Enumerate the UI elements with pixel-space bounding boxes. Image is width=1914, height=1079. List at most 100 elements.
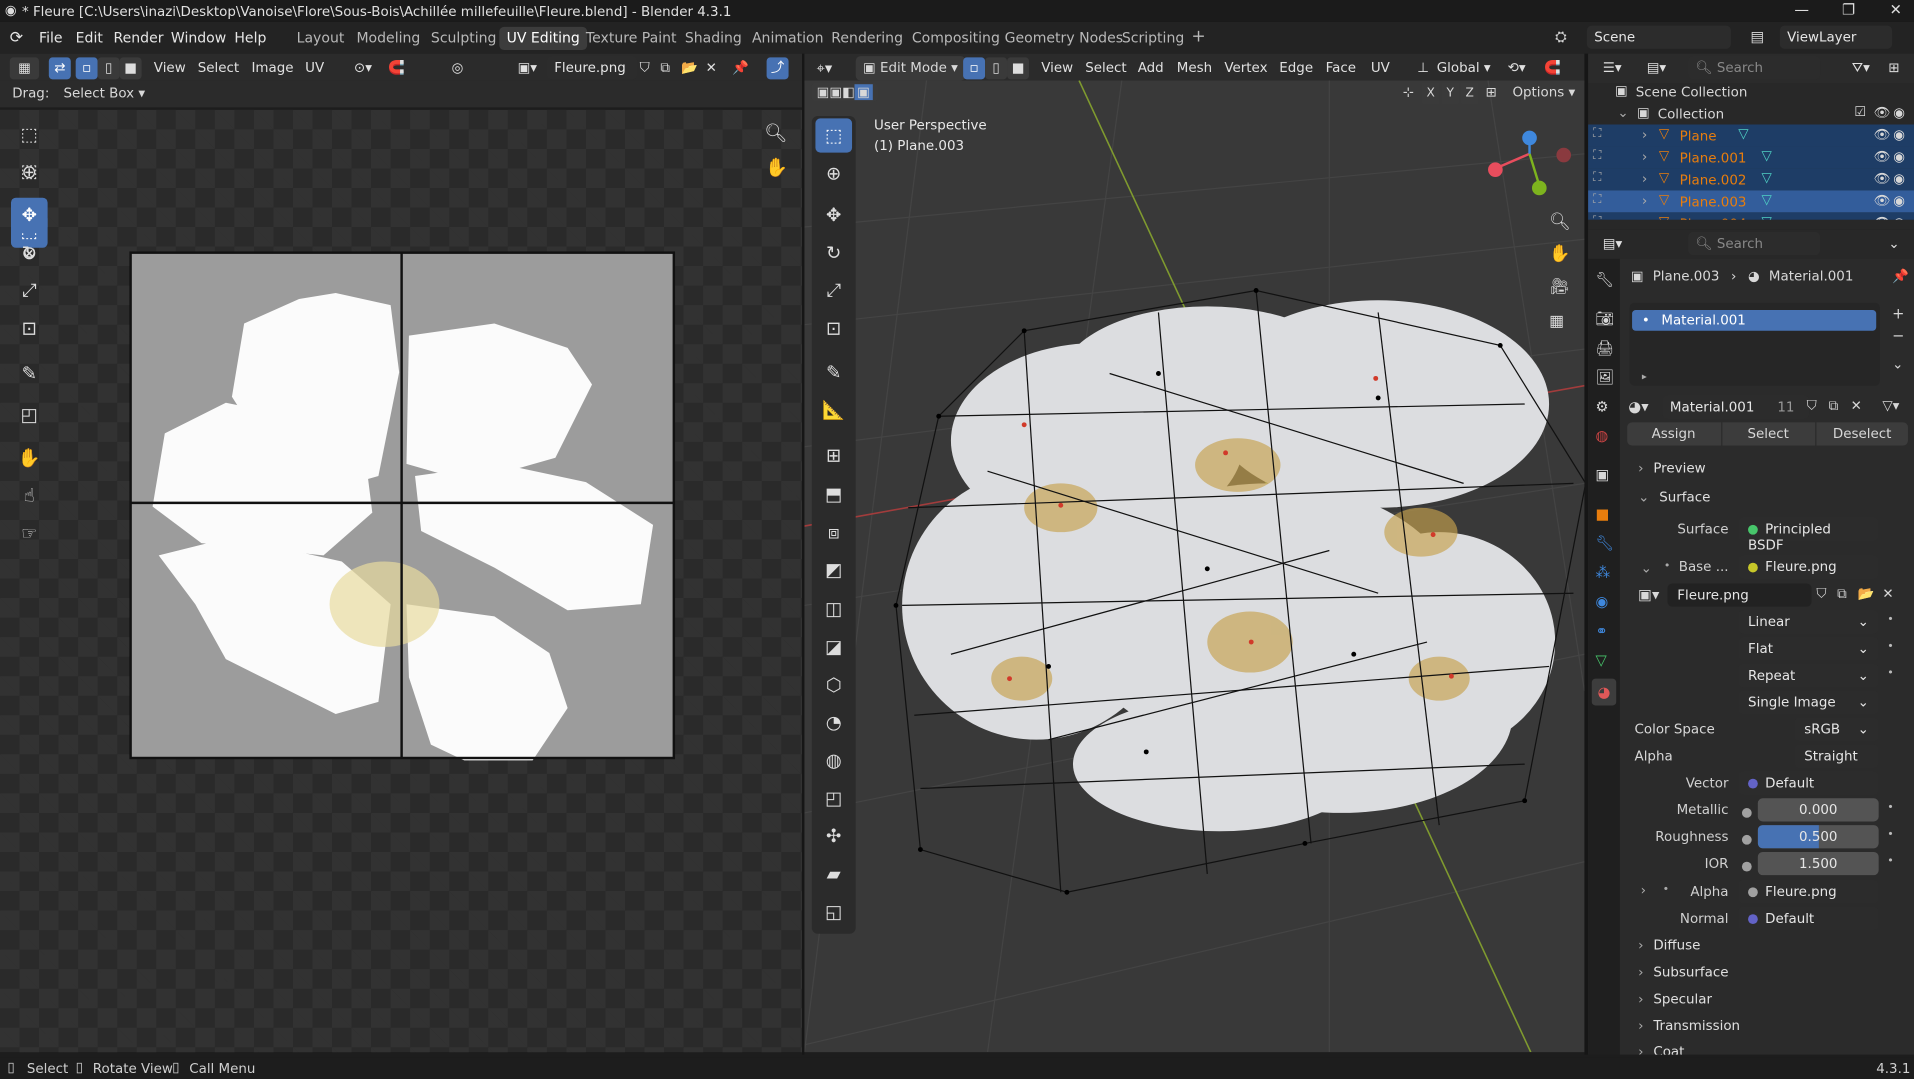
render-camera-icon[interactable]: ◉ <box>1893 193 1905 209</box>
face-select-icon[interactable]: ■ <box>119 57 142 80</box>
vector-field[interactable]: Default <box>1738 771 1879 795</box>
source-dropdown[interactable]: Single Image ⌄ <box>1738 690 1879 715</box>
render-camera-icon[interactable]: ◉ <box>1893 215 1905 220</box>
extension-dropdown[interactable]: Repeat ⌄ <box>1738 664 1879 688</box>
fake-user-icon[interactable]: ⛉ <box>640 60 650 77</box>
uv-overlay-icon[interactable]: ⤴ <box>766 57 789 80</box>
uv-rip-icon[interactable]: ◰ <box>11 398 48 432</box>
orientation-dropdown[interactable]: Global ▾ <box>1437 60 1491 76</box>
slots-expand-icon[interactable]: ▸ <box>1642 371 1647 382</box>
roughness-field[interactable]: 0.500 <box>1757 825 1879 849</box>
material-unlink-icon[interactable]: ✕ <box>1851 398 1862 414</box>
pin-icon[interactable]: 📌 <box>732 60 749 76</box>
expand-chevron-icon[interactable]: › <box>1642 127 1647 143</box>
outliner-item-plane[interactable]: ⛶ › ▽ Plane ▽ 👁︎ ◉ <box>1588 124 1914 147</box>
uv-pinch-icon[interactable]: ☞ <box>11 516 48 550</box>
image-browse-icon[interactable]: ▣▾ <box>518 60 537 76</box>
mesh-data-badge-icon[interactable]: ▽ <box>1761 192 1771 208</box>
vertex-mode-icon[interactable]: ▫ <box>963 57 986 80</box>
viewport-menu-face[interactable]: Face <box>1326 60 1356 76</box>
3d-viewport[interactable]: ▣▣◧ ▣ ⊹ X Y Z ⊞ Options ▾ User Perspectiv… <box>804 80 1585 1053</box>
image-name-prop-field[interactable]: Fleure.png <box>1667 583 1812 607</box>
uv-scale-icon[interactable]: ⤢ <box>11 273 48 307</box>
collection-tab-icon[interactable]: ▣ <box>1595 466 1609 483</box>
outliner-editor-icon[interactable]: ☰▾ <box>1603 60 1622 76</box>
outliner-search[interactable]: 🔍︎ Search <box>1688 56 1821 80</box>
snapping-icon[interactable]: 🧲 <box>1544 60 1561 76</box>
modifier-tab-icon[interactable]: 🔧︎ <box>1595 535 1614 552</box>
deselect-button[interactable]: Deselect <box>1815 422 1908 446</box>
pivot-point-icon[interactable]: ⟲▾ <box>1508 60 1526 76</box>
slot-specials-icon[interactable]: ⌄ <box>1892 356 1903 372</box>
render-camera-icon[interactable]: ◉ <box>1893 127 1905 143</box>
normal-field[interactable]: Default <box>1738 906 1879 931</box>
material-slot-row[interactable]: • Material.001 <box>1632 310 1877 331</box>
vp-shrink-icon[interactable]: ✣ <box>815 819 852 853</box>
mesh-data-badge-icon[interactable]: ▽ <box>1761 170 1771 186</box>
image-fake-user-icon[interactable]: ⛉ <box>1816 586 1826 603</box>
properties-search[interactable]: 🔍︎ Search <box>1688 231 1821 256</box>
ortho-toggle-icon[interactable]: ▦ <box>1549 312 1564 330</box>
expand-chevron-icon[interactable]: › <box>1642 171 1647 187</box>
collection-expand-icon[interactable]: ⌄ <box>1617 105 1628 121</box>
uv-transform-icon[interactable]: ⊡ <box>11 311 48 345</box>
material-browse-icon[interactable]: ◕▾ <box>1628 398 1648 415</box>
base-color-keyframe-icon[interactable]: • <box>1664 560 1670 572</box>
add-workspace-icon[interactable]: + <box>1184 24 1213 47</box>
uv-menu-select[interactable]: Select <box>198 60 239 76</box>
color-space-dropdown[interactable]: sRGB ⌄ <box>1794 717 1879 741</box>
viewport-zoom-icon[interactable]: 🔍︎ <box>1549 212 1571 232</box>
particles-tab-icon[interactable]: ⁂ <box>1595 564 1610 581</box>
uv-annotate-icon[interactable]: ✎ <box>11 356 48 390</box>
vp-scale-tool-icon[interactable]: ⤢ <box>815 273 852 307</box>
new-collection-icon[interactable]: ⊞ <box>1888 60 1899 76</box>
ior-keyframe-icon[interactable]: • <box>1887 856 1893 868</box>
pin-properties-icon[interactable]: 📌 <box>1892 269 1909 285</box>
metallic-keyframe-icon[interactable]: • <box>1887 802 1893 814</box>
outliner-scene-collection[interactable]: ▣ Scene Collection <box>1588 81 1914 103</box>
face-mode-icon[interactable]: ■ <box>1007 57 1030 80</box>
menu-file[interactable]: File <box>39 29 62 46</box>
close-icon[interactable]: ✕ <box>1890 1 1902 18</box>
alpha-expand-icon[interactable]: › <box>1641 882 1646 898</box>
material-duplicate-icon[interactable]: ⧉ <box>1829 398 1839 415</box>
vp-bevel-icon[interactable]: ◩ <box>815 553 852 587</box>
visibility-eye-icon[interactable]: 👁︎ <box>1874 193 1891 209</box>
display-mode-icon[interactable]: ▤▾ <box>1647 60 1666 76</box>
vp-select-tool-icon[interactable]: ⬚ <box>815 118 853 153</box>
vp-measure-tool-icon[interactable]: 📐 <box>815 393 852 427</box>
uv-move-icon[interactable]: ✥ <box>10 197 48 232</box>
outliner-item-plane-002[interactable]: ⛶ › ▽ Plane.002 ▽ 👁︎ ◉ <box>1588 168 1914 191</box>
unlink-image-icon[interactable]: ✕ <box>706 60 717 76</box>
outliner-collection[interactable]: ⌄ ▣ Collection ☑ 👁︎ ◉ <box>1588 103 1914 125</box>
vp-rotate-tool-icon[interactable]: ↻ <box>815 236 852 270</box>
expand-chevron-icon[interactable]: › <box>1642 215 1647 220</box>
vp-transform-tool-icon[interactable]: ⊡ <box>815 311 852 345</box>
material-users-count[interactable]: 11 <box>1777 399 1794 415</box>
vertex-select-icon[interactable]: ▫ <box>75 57 98 80</box>
vp-inset-icon[interactable]: ⧈ <box>815 515 852 549</box>
physics-tab-icon[interactable]: ◉ <box>1595 593 1608 610</box>
interpolation-keyframe-icon[interactable]: • <box>1887 614 1893 626</box>
mesh-data-badge-icon[interactable]: ▽ <box>1738 126 1748 142</box>
edge-mode-icon[interactable]: ▯ <box>985 57 1008 80</box>
camera-view-icon[interactable]: 🎥︎ <box>1549 278 1569 296</box>
image-name-field[interactable]: Fleure.png <box>546 56 638 80</box>
subsurface-section-header[interactable]: › Subsurface <box>1638 964 1728 980</box>
menu-edit[interactable]: Edit <box>76 29 103 46</box>
menu-help[interactable]: Help <box>234 29 266 46</box>
workspace-tab-scripting[interactable]: Scripting <box>1114 27 1191 50</box>
collection-checkbox[interactable]: ☑ <box>1854 104 1866 120</box>
proportional-icon[interactable]: ◎ <box>452 60 464 76</box>
remove-slot-icon[interactable]: − <box>1892 327 1904 344</box>
assign-button[interactable]: Assign <box>1627 422 1720 445</box>
properties-options-icon[interactable]: ⌄ <box>1888 236 1899 252</box>
edge-select-icon[interactable]: ▯ <box>97 57 120 80</box>
mode-dropdown[interactable]: ▣ Edit Mode ▾ <box>855 56 966 81</box>
scene-icon[interactable]: ⛭ <box>1555 28 1567 46</box>
workspace-tab-shading[interactable]: Shading <box>677 27 749 50</box>
coat-section-header[interactable]: › Coat <box>1638 1044 1684 1055</box>
visibility-eye-icon[interactable]: 👁︎ <box>1874 171 1891 187</box>
material-tab-icon[interactable]: ◕ <box>1591 678 1617 706</box>
snap-icon[interactable]: 🧲 <box>388 60 405 76</box>
